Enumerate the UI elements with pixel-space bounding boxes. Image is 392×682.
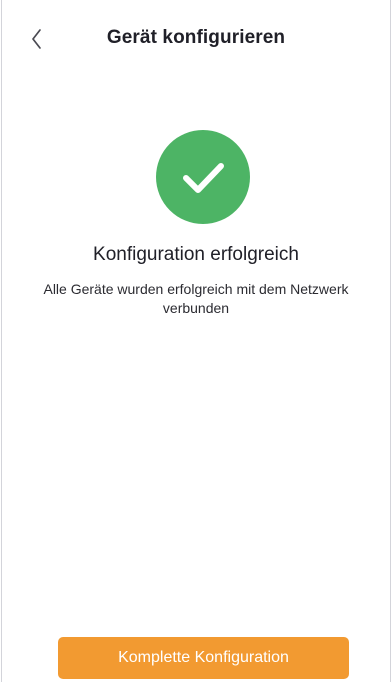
page-title: Gerät konfigurieren: [106, 27, 286, 48]
complete-configuration-button[interactable]: Komplette Konfiguration: [58, 637, 349, 679]
navigation-bar: Gerät konfigurieren: [2, 0, 390, 78]
checkmark-icon: [183, 163, 224, 193]
success-title: Konfiguration erfolgreich: [93, 244, 299, 265]
configuration-success-screen: Gerät konfigurieren Konfiguration erfolg…: [1, 0, 391, 682]
success-message: Alle Geräte wurden erfolgreich mit dem N…: [43, 281, 349, 316]
success-status-icon: [156, 130, 250, 224]
